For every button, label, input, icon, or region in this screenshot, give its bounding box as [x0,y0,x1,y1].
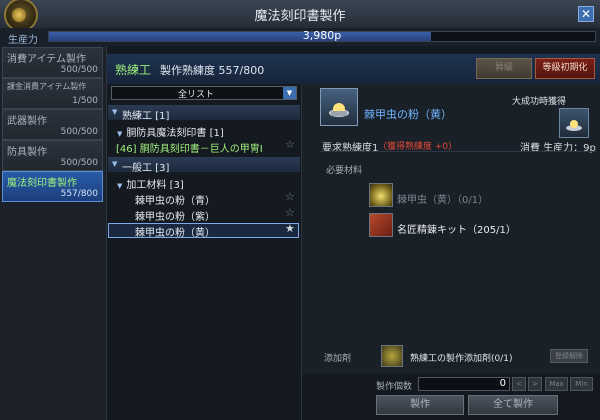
recipe-item-selected[interactable]: 棘甲虫の粉（黄） [135,224,215,239]
material-name: 棘甲虫（黄）（0/1） [397,195,489,206]
sidebar-item-label: 課金消費アイテム製作 [7,82,87,91]
sidebar-item-label: 消費アイテム製作 [7,54,86,65]
collapse-arrow-icon: ▼ [117,182,123,190]
sidebar-item-count: 1/500 [72,96,98,106]
favorite-star-icon[interactable]: ☆ [285,206,295,219]
close-button[interactable]: ✕ [578,6,594,22]
material-name: 名匠精錬キット（205/1） [397,225,516,236]
upgrade-button[interactable]: 昇級 [476,58,532,79]
item-icon[interactable] [320,88,358,126]
collapse-arrow-icon: ▼ [112,108,118,116]
subgroup-header[interactable]: ▼ 加工材料 [3] [117,176,184,191]
great-success-label: 大成功時獲得 [512,97,567,107]
min-button[interactable]: Min [570,377,593,391]
favorite-star-icon[interactable]: ☆ [285,190,295,203]
sidebar-item-label: 防具製作 [7,147,47,158]
collapse-arrow-icon: ▼ [117,130,123,138]
materials-heading: 必要材料 [326,166,363,176]
subgroup-header[interactable]: ▼ 胴防具魔法刻印書 [1] [117,124,224,139]
sidebar-item-count: 500/500 [60,158,98,168]
craft-count-value: 0 [499,378,506,389]
group-label: 一般工 [3] [122,163,170,174]
sidebar-item-label: 武器製作 [7,116,47,127]
unregister-additive-button[interactable]: 登録解除 [550,349,588,363]
craft-all-button[interactable]: 全て製作 [468,395,558,415]
recipe-item[interactable]: 棘甲虫の粉（青） [135,192,215,207]
recipe-item[interactable]: [46] 胴防具刻印書－巨人の甲冑Ⅰ [116,140,263,155]
max-button[interactable]: Max [545,377,568,391]
sidebar-item-consumables[interactable]: 消費アイテム製作 500/500 [2,47,103,78]
productivity-label: 生産力 [8,35,38,46]
sidebar-item-armor[interactable]: 防具製作 500/500 [2,140,103,171]
productivity-value: 3,980p [302,29,342,42]
sidebar-item-weapons[interactable]: 武器製作 500/500 [2,109,103,140]
additive-label: 添加剤 [324,354,352,364]
group-label: 熟練工 [1] [122,111,170,122]
additive-icon[interactable] [381,345,403,367]
proficiency-text: 製作熟練度 557/800 [160,64,265,77]
subgroup-label: 胴防具魔法刻印書 [1] [126,128,224,139]
craft-count-label: 製作個数 [376,382,413,392]
recipe-detail-panel [302,84,600,420]
sidebar-item-count: 500/500 [60,127,98,137]
window-title: 魔法刻印書製作 [254,9,346,24]
increment-button[interactable]: > [528,377,542,391]
group-header-expert[interactable]: ▼ 熟練工 [1] [108,105,300,122]
craft-button[interactable]: 製作 [376,395,464,415]
decrement-button[interactable]: < [512,377,526,391]
favorite-star-icon[interactable]: ★ [285,222,295,235]
beetle-material-icon[interactable] [369,183,393,207]
dropdown-arrow-icon[interactable]: ▼ [283,87,296,99]
favorite-star-icon[interactable]: ☆ [285,138,295,151]
skill-rank: 熟練工 [115,63,152,77]
subgroup-label: 加工材料 [3] [126,180,184,191]
great-success-item-icon[interactable] [559,108,589,138]
group-header-general[interactable]: ▼ 一般工 [3] [108,157,300,174]
item-name: 棘甲虫の粉（黄） [364,108,452,121]
category-sidebar: 消費アイテム製作 500/500 課金消費アイテム製作 1/500 武器製作 5… [0,46,107,420]
sidebar-item-label: 魔法刻印書製作 [7,178,77,189]
additive-name: 熟練工の製作添加剤(0/1) [410,354,513,364]
sidebar-item-magic-scrolls[interactable]: 魔法刻印書製作 557/800 [2,171,103,202]
recipe-item[interactable]: 棘甲虫の粉（紫） [135,208,215,223]
collapse-arrow-icon: ▼ [112,160,118,168]
refining-kit-icon[interactable] [369,213,393,237]
reset-rank-button[interactable]: 等級初期化 [535,58,595,79]
sidebar-item-count: 557/800 [60,189,98,199]
filter-dropdown-value: 全リスト [177,90,214,100]
sidebar-item-premium-consumables[interactable]: 課金消費アイテム製作 1/500 [2,78,103,109]
divider [320,151,596,152]
sidebar-item-count: 500/500 [60,65,98,75]
